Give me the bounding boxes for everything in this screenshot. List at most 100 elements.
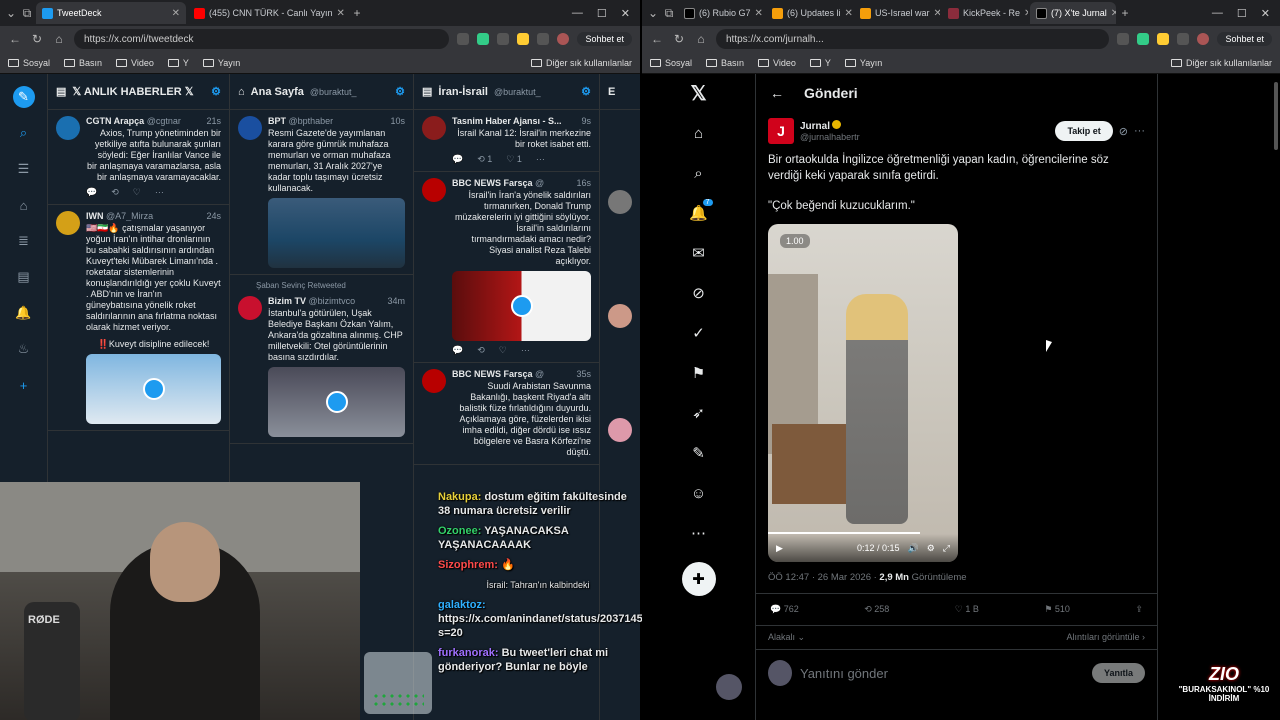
extension-icon[interactable] — [1137, 33, 1150, 45]
tweet[interactable]: BBC NEWS Farsça @35s Suudi Arabistan Sav… — [414, 363, 599, 465]
back-icon[interactable]: ← — [8, 32, 22, 46]
bell-icon[interactable]: 🔔 — [13, 302, 35, 324]
x-logo-icon[interactable]: 𝕏 — [688, 82, 710, 105]
compose-icon[interactable]: ✚ — [681, 562, 716, 596]
maximize-icon[interactable]: ☐ — [1237, 7, 1247, 20]
close-icon[interactable]: ✕ — [337, 8, 345, 19]
home-icon[interactable]: ⌂ — [694, 32, 708, 46]
tab-cnn[interactable]: (455) CNN TÜRK - Canlı Yayın ✕ — [188, 2, 348, 24]
reply-icon[interactable]: 💬 — [452, 154, 463, 165]
retweet-icon[interactable]: ⟲ — [477, 345, 485, 356]
notes-icon[interactable]: ▤ — [13, 266, 35, 288]
tweet[interactable]: CGTN Arapça @cgtnar 21s Axios, Trump yöne… — [48, 110, 229, 205]
tweet[interactable]: BPT @bpthaber 10s Resmi Gazete'de yayımla… — [230, 110, 413, 275]
settings-icon[interactable]: ⚙ — [211, 85, 221, 98]
profile-icon[interactable] — [1197, 33, 1210, 45]
like-button[interactable]: ♡ 1 B — [955, 604, 979, 615]
list-icon[interactable]: ≣ — [13, 230, 35, 252]
bookmark-icon[interactable]: ⚑ — [688, 362, 710, 384]
workspace-icon[interactable]: ⧉ — [20, 6, 34, 21]
tab-menu-icon[interactable]: ⌄ — [646, 6, 660, 20]
add-icon[interactable]: + — [13, 374, 35, 396]
close-window-icon[interactable]: ✕ — [621, 7, 630, 20]
sort-dropdown[interactable]: Alakalı ⌄ — [768, 632, 805, 643]
bookmark-basin[interactable]: Basın — [64, 58, 102, 68]
minimize-icon[interactable]: — — [1212, 7, 1223, 20]
extension-icon[interactable] — [537, 33, 550, 45]
more-icon[interactable]: ⋯ — [688, 522, 710, 544]
columns-icon[interactable]: ☰ — [13, 158, 35, 180]
tweet[interactable]: Bizim TV @bizimtvco 34m İstanbul'a götürü… — [230, 290, 413, 444]
tab-jurnal[interactable]: (7) X'te Jurnal ✕ — [1030, 2, 1116, 24]
extension-icon[interactable] — [477, 33, 490, 45]
reload-icon[interactable]: ↻ — [672, 32, 686, 46]
workspace-icon[interactable]: ⧉ — [662, 6, 676, 21]
tweet[interactable]: BBC NEWS Farsça @16s İsrail'in İran'a yö… — [414, 172, 599, 363]
volume-icon[interactable]: 🔊 — [908, 543, 919, 554]
grok-icon[interactable]: ⊘ — [1119, 125, 1128, 138]
bookmark-video[interactable]: Video — [758, 58, 796, 68]
bookmark-yayin[interactable]: Yayın — [202, 58, 240, 68]
close-icon[interactable]: ✕ — [845, 8, 852, 19]
view-quotes-link[interactable]: Alıntıları görüntüle › — [1066, 632, 1145, 643]
more-icon[interactable]: ··· — [155, 187, 164, 198]
bookmark-yayin[interactable]: Yayın — [844, 58, 882, 68]
tweet-video[interactable] — [452, 271, 591, 341]
grok-icon[interactable]: ⊘ — [688, 282, 710, 304]
avatar[interactable]: J — [768, 118, 794, 144]
verified-icon[interactable]: ✓ — [688, 322, 710, 344]
bookmark-sosyal[interactable]: Sosyal — [8, 58, 50, 68]
tab-updates[interactable]: (6) Updates li ✕ — [766, 2, 852, 24]
bell-icon[interactable]: 🔔 7 — [688, 199, 713, 224]
reply-input[interactable]: Yanıtını gönder — [800, 666, 1084, 681]
author-name[interactable]: Jurnal — [800, 121, 830, 132]
tweet-image[interactable] — [268, 198, 405, 268]
bookmark-y[interactable]: Y — [167, 58, 189, 68]
post-video[interactable]: 1.00 ▶ 0:12 / 0:15 🔊 ⚙ ⤢ — [768, 224, 958, 562]
copilot-button[interactable]: Sohbet et — [1217, 32, 1272, 46]
reply-icon[interactable]: 💬 — [452, 345, 463, 356]
minimize-icon[interactable]: — — [572, 7, 583, 20]
profile-icon[interactable] — [557, 33, 570, 45]
fullscreen-icon[interactable]: ⤢ — [943, 543, 950, 554]
like-icon[interactable]: ♡ 1 — [506, 154, 522, 165]
tweet[interactable]: Tasnim Haber Ajansı - S... 9s İsrail Kana… — [414, 110, 599, 172]
extension-icon[interactable] — [517, 33, 530, 45]
home-icon[interactable]: ⌂ — [688, 122, 710, 144]
bookmark-button[interactable]: ⚑ 510 — [1044, 604, 1070, 615]
reply-button[interactable]: 💬 762 — [770, 604, 799, 615]
more-icon[interactable]: ··· — [536, 154, 545, 165]
tweet[interactable]: IWN @A7_Mirza 24s 🇺🇸🇮🇷🔥 çatışmalar yaşanı… — [48, 205, 229, 431]
tab-us-israel[interactable]: US-Israel war ✕ — [854, 2, 940, 24]
settings-icon[interactable]: ⚙ — [581, 85, 591, 98]
bookmark-other[interactable]: Diğer sık kullanılanlar — [1170, 58, 1272, 68]
bookmark-other[interactable]: Diğer sık kullanılanlar — [530, 58, 632, 68]
extension-icon[interactable] — [457, 33, 470, 45]
close-window-icon[interactable]: ✕ — [1261, 7, 1270, 20]
extension-icon[interactable] — [1157, 33, 1170, 45]
like-icon[interactable]: ♡ — [133, 187, 141, 198]
more-icon[interactable]: ··· — [1134, 125, 1145, 137]
back-icon[interactable]: ← — [650, 32, 664, 46]
extension-icon[interactable] — [1177, 33, 1190, 45]
close-icon[interactable]: ✕ — [755, 8, 763, 19]
feather-icon[interactable]: ✎ — [12, 86, 35, 108]
edit-icon[interactable]: ✎ — [688, 442, 710, 464]
repost-button[interactable]: ⟲ 258 — [864, 604, 889, 615]
play-icon[interactable] — [142, 378, 165, 400]
reply-icon[interactable]: 💬 — [86, 187, 97, 198]
rocket-icon[interactable]: ➶ — [688, 402, 710, 424]
maximize-icon[interactable]: ☐ — [597, 7, 607, 20]
url-field[interactable]: https://x.com/jurnalh... — [716, 29, 1110, 49]
tweet-video[interactable] — [86, 354, 221, 424]
scrollbar[interactable] — [1274, 82, 1278, 150]
close-icon[interactable]: ✕ — [1111, 8, 1116, 19]
new-tab-icon[interactable]: + — [1118, 6, 1132, 20]
settings-icon[interactable]: ⚙ — [927, 543, 935, 554]
play-icon[interactable] — [510, 295, 533, 317]
search-icon[interactable]: ⌕ — [13, 122, 35, 144]
reply-submit-button[interactable]: Yanıtla — [1091, 663, 1145, 683]
more-icon[interactable]: ··· — [521, 345, 530, 356]
share-icon[interactable]: ⇪ — [1135, 604, 1143, 615]
play-icon[interactable]: ▶ — [776, 543, 783, 554]
